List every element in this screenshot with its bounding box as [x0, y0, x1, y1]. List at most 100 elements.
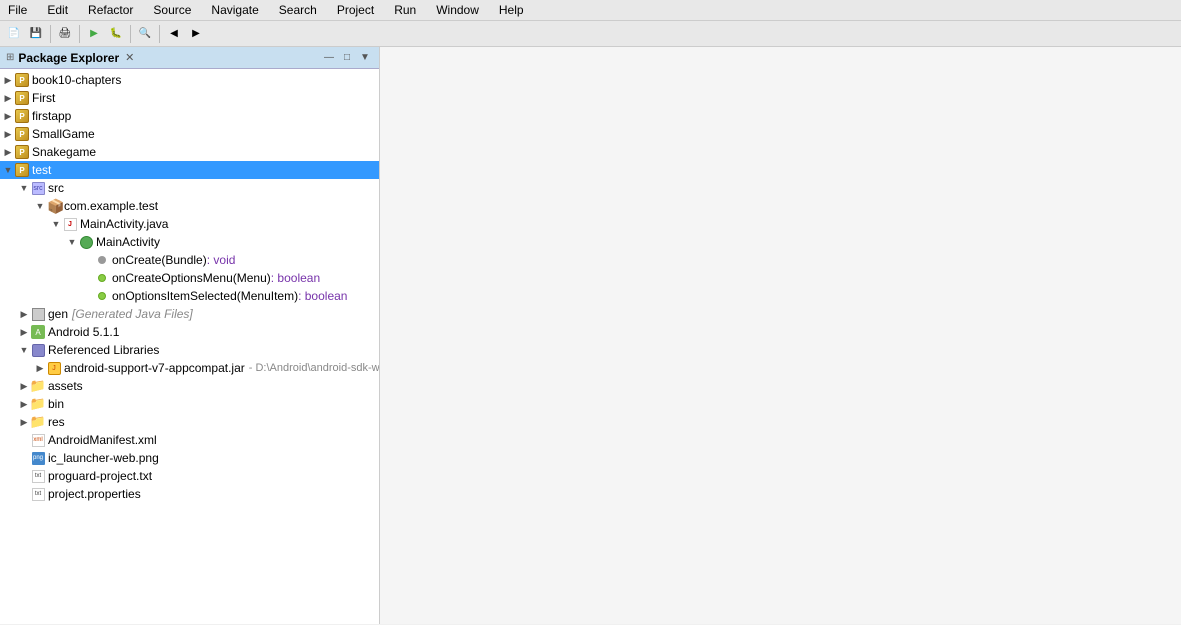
tree-arrow-mainactivity.java[interactable]	[50, 218, 62, 230]
tree-arrow-reflibs[interactable]	[18, 344, 30, 356]
tree-item-appcompat[interactable]: Jandroid-support-v7-appcompat.jar - D:\A…	[0, 359, 379, 377]
tree-item-gen[interactable]: gen[Generated Java Files]	[0, 305, 379, 323]
tree-label-bin: bin	[48, 397, 64, 411]
tree-arrow-mainactivity[interactable]	[66, 236, 78, 248]
menu-edit[interactable]: Edit	[43, 2, 72, 18]
tree-item-android511[interactable]: AAndroid 5.1.1	[0, 323, 379, 341]
toolbar: 📄 💾 🖨 ▶ 🐛 🔍 ◀ ▶	[0, 21, 1181, 47]
tree-icon-method	[94, 252, 110, 268]
tree-icon-project: P	[14, 108, 30, 124]
save-button[interactable]: 💾	[26, 24, 46, 44]
tree-arrow-com.example.test[interactable]	[34, 200, 46, 212]
panel-close-button[interactable]: ✕	[123, 51, 136, 64]
tree-icon-project: P	[14, 162, 30, 178]
tree-arrow-book10[interactable]	[2, 74, 14, 86]
tree-label-reflibs: Referenced Libraries	[48, 343, 159, 357]
tree-arrow-test[interactable]	[2, 164, 14, 176]
view-menu-button[interactable]: ▼	[357, 50, 373, 66]
tree-label-src: src	[48, 181, 64, 195]
tree-label-snakegame: Snakegame	[32, 145, 96, 159]
tree-arrow-assets[interactable]	[18, 380, 30, 392]
menu-window[interactable]: Window	[432, 2, 483, 18]
tree-item-assets[interactable]: 📁assets	[0, 377, 379, 395]
tree-arrow-bin[interactable]	[18, 398, 30, 410]
tree-item-mainactivity[interactable]: MainActivity	[0, 233, 379, 251]
tree-label-com.example.test: com.example.test	[64, 199, 158, 213]
tree-arrow-android511[interactable]	[18, 326, 30, 338]
tree-label-oncreate: onCreate(Bundle)	[112, 253, 207, 267]
tree-item-onoptionsitemselected[interactable]: onOptionsItemSelected(MenuItem) : boolea…	[0, 287, 379, 305]
tree-item-iclauncher[interactable]: pngic_launcher-web.png	[0, 449, 379, 467]
maximize-button[interactable]: □	[339, 50, 355, 66]
minimize-button[interactable]: —	[321, 50, 337, 66]
tree-arrow-res[interactable]	[18, 416, 30, 428]
forward-button[interactable]: ▶	[186, 24, 206, 44]
tree-return-oncreateoptionsmenu: : boolean	[271, 271, 320, 285]
panel-container: ⊞ Package Explorer ✕ — □ ▼ Pbook10-chapt…	[0, 47, 1181, 624]
menu-project[interactable]: Project	[333, 2, 378, 18]
tree-item-src[interactable]: srcsrc	[0, 179, 379, 197]
tree-icon-project: P	[14, 72, 30, 88]
tree-icon-java: J	[62, 216, 78, 232]
tree-arrow-appcompat[interactable]	[34, 362, 46, 374]
tree-icon-project: P	[14, 144, 30, 160]
tree-arrow-src[interactable]	[18, 182, 30, 194]
tree-label-mainactivity.java: MainActivity.java	[80, 217, 168, 231]
tree-item-androidmanifest[interactable]: xmlAndroidManifest.xml	[0, 431, 379, 449]
tree-item-oncreate[interactable]: onCreate(Bundle) : void	[0, 251, 379, 269]
menu-refactor[interactable]: Refactor	[84, 2, 137, 18]
file-tree: Pbook10-chaptersPFirstPfirstappPSmallGam…	[0, 69, 379, 624]
tree-item-smallgame[interactable]: PSmallGame	[0, 125, 379, 143]
toolbar-sep-2	[79, 25, 80, 43]
tree-icon-xml: xml	[30, 432, 46, 448]
menu-run[interactable]: Run	[390, 2, 420, 18]
tree-arrow-snakegame[interactable]	[2, 146, 14, 158]
panel-title: Package Explorer	[18, 51, 119, 65]
tree-path-appcompat: - D:\Android\android-sdk-windows\extras\…	[249, 362, 379, 374]
tree-item-snakegame[interactable]: PSnakegame	[0, 143, 379, 161]
run-button[interactable]: ▶	[84, 24, 104, 44]
tree-label-appcompat: android-support-v7-appcompat.jar	[64, 361, 245, 375]
tree-item-test[interactable]: Ptest	[0, 161, 379, 179]
menu-source[interactable]: Source	[149, 2, 195, 18]
back-button[interactable]: ◀	[164, 24, 184, 44]
tree-item-proguard[interactable]: txtproguard-project.txt	[0, 467, 379, 485]
tree-icon-package: 📦	[46, 198, 62, 214]
tree-icon-folder: 📁	[30, 378, 46, 394]
tree-label-onoptionsitemselected: onOptionsItemSelected(MenuItem)	[112, 289, 298, 303]
tree-icon-src: src	[30, 180, 46, 196]
tree-item-oncreateoptionsmenu[interactable]: onCreateOptionsMenu(Menu) : boolean	[0, 269, 379, 287]
tree-icon-folder: 📁	[30, 414, 46, 430]
tree-arrow-gen[interactable]	[18, 308, 30, 320]
tree-arrow-smallgame[interactable]	[2, 128, 14, 140]
print-button[interactable]: 🖨	[55, 24, 75, 44]
tree-icon-folder: 📁	[30, 396, 46, 412]
tree-icon-gen	[30, 306, 46, 322]
menu-search[interactable]: Search	[275, 2, 321, 18]
tree-icon-jar: J	[46, 360, 62, 376]
tree-label-firstapp: firstapp	[32, 109, 71, 123]
tree-item-reflibs[interactable]: Referenced Libraries	[0, 341, 379, 359]
tree-label-res: res	[48, 415, 65, 429]
tree-arrow-firstapp[interactable]	[2, 110, 14, 122]
menu-file[interactable]: File	[4, 2, 31, 18]
tree-item-mainactivity.java[interactable]: JMainActivity.java	[0, 215, 379, 233]
tree-item-firstapp[interactable]: Pfirstapp	[0, 107, 379, 125]
menu-help[interactable]: Help	[495, 2, 528, 18]
new-button[interactable]: 📄	[4, 24, 24, 44]
tree-label-first: First	[32, 91, 55, 105]
toolbar-sep-3	[130, 25, 131, 43]
tree-item-res[interactable]: 📁res	[0, 413, 379, 431]
tree-label-oncreateoptionsmenu: onCreateOptionsMenu(Menu)	[112, 271, 271, 285]
tree-item-first[interactable]: PFirst	[0, 89, 379, 107]
debug-button[interactable]: 🐛	[106, 24, 126, 44]
panel-header: ⊞ Package Explorer ✕ — □ ▼	[0, 47, 379, 69]
tree-item-book10[interactable]: Pbook10-chapters	[0, 71, 379, 89]
menu-navigate[interactable]: Navigate	[207, 2, 262, 18]
tree-arrow-first[interactable]	[2, 92, 14, 104]
search-button[interactable]: 🔍	[135, 24, 155, 44]
tree-item-bin[interactable]: 📁bin	[0, 395, 379, 413]
tree-item-projectprops[interactable]: txtproject.properties	[0, 485, 379, 503]
toolbar-sep-1	[50, 25, 51, 43]
tree-item-com.example.test[interactable]: 📦com.example.test	[0, 197, 379, 215]
